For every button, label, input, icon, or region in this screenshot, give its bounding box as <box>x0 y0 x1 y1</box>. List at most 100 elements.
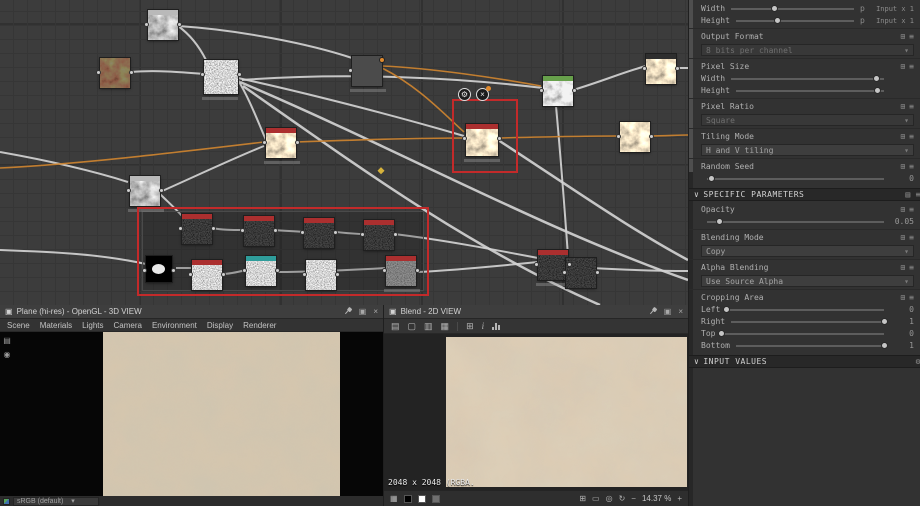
size-link-label[interactable]: Input x 1 <box>868 5 914 13</box>
expose-icon[interactable]: ⊞ <box>900 233 905 242</box>
zoom-out-button[interactable]: − <box>631 494 636 503</box>
random-seed-slider[interactable] <box>707 174 884 183</box>
graph-node-result[interactable] <box>616 121 654 153</box>
tiling-preview-icon[interactable]: ⊞ <box>466 321 474 332</box>
viewport-3d[interactable]: ▤ ◉ <box>0 332 383 496</box>
copy-image-icon[interactable]: ▢ <box>408 321 417 332</box>
center-view-icon[interactable]: ◎ <box>606 494 613 503</box>
graph-node-grunge-5[interactable] <box>534 249 572 286</box>
pixel-width-slider[interactable] <box>731 74 884 83</box>
pin-icon[interactable] <box>647 305 659 317</box>
expose-icon[interactable]: ⊞ <box>900 263 905 272</box>
pixel-ratio-select[interactable]: Square ▾ <box>701 114 914 126</box>
graph-node-output[interactable] <box>539 75 577 107</box>
view-3d-pin-icon[interactable]: ⚙ <box>458 88 471 101</box>
channels-icon[interactable]: ▦ <box>441 321 450 332</box>
preset-icon[interactable]: ▤ <box>905 190 910 199</box>
expose-icon[interactable]: ⊞ <box>900 205 905 214</box>
pin-icon[interactable] <box>342 305 354 317</box>
expose-icon[interactable]: ⊞ <box>900 132 905 141</box>
size-link-label[interactable]: Input x 1 <box>868 17 914 25</box>
node-graph-canvas[interactable]: ⚙ × <box>0 0 688 305</box>
graph-node-beige[interactable] <box>642 53 680 85</box>
fit-view-icon[interactable]: ⊞ <box>579 494 586 503</box>
display-mode-icon[interactable]: ▤ <box>3 336 11 345</box>
param-menu-icon[interactable]: ≡ <box>909 32 914 41</box>
save-image-icon[interactable]: ▤ <box>391 321 400 332</box>
blending-mode-select[interactable]: Copy ▾ <box>701 245 914 257</box>
crop-left-slider[interactable] <box>723 305 884 314</box>
graph-node-grunge-3[interactable] <box>300 217 338 249</box>
tiling-mode-select[interactable]: H and V tiling ▾ <box>701 144 914 156</box>
zoom-in-button[interactable]: + <box>677 494 682 503</box>
section-specific-parameters[interactable]: ∨ SPECIFIC PARAMETERS ▤ ≡ <box>689 188 920 201</box>
histogram-icon[interactable] <box>492 322 501 330</box>
param-menu-icon[interactable]: ≡ <box>909 293 914 302</box>
graph-node-marble[interactable] <box>96 57 134 89</box>
gear-icon[interactable]: ⚙ <box>916 357 920 366</box>
checker-background-icon[interactable]: ▦ <box>390 494 398 503</box>
alpha-blending-select[interactable]: Use Source Alpha ▾ <box>701 275 914 287</box>
output-connector-dot[interactable] <box>379 57 385 63</box>
close-icon[interactable]: × <box>678 307 683 316</box>
graph-node-noise-light-1[interactable] <box>188 259 226 291</box>
menu-lights[interactable]: Lights <box>82 321 103 330</box>
export-image-icon[interactable]: ▥ <box>424 321 433 332</box>
menu-camera[interactable]: Camera <box>114 321 142 330</box>
crop-right-slider[interactable] <box>731 317 888 326</box>
colorspace-select[interactable]: sRGB (default) ▾ <box>13 496 99 506</box>
output-format-select[interactable]: 8 bits per channel ▾ <box>701 44 914 56</box>
crop-bottom-slider[interactable] <box>735 341 888 350</box>
param-menu-icon[interactable]: ≡ <box>909 205 914 214</box>
view-2d-pin-icon[interactable]: × <box>476 86 491 101</box>
param-menu-icon[interactable]: ≡ <box>909 233 914 242</box>
menu-renderer[interactable]: Renderer <box>243 321 276 330</box>
graph-node-blend-left[interactable] <box>262 127 300 164</box>
actual-size-icon[interactable]: ▭ <box>592 494 600 503</box>
opacity-slider[interactable] <box>707 217 884 226</box>
graph-node-noise[interactable] <box>200 59 242 100</box>
param-menu-icon[interactable]: ≡ <box>909 132 914 141</box>
section-menu-icon[interactable]: ≡ <box>916 190 920 199</box>
menu-materials[interactable]: Materials <box>40 321 72 330</box>
graph-node-shape-mask[interactable] <box>142 255 176 283</box>
expose-icon[interactable]: ⊞ <box>900 102 905 111</box>
param-menu-icon[interactable]: ≡ <box>909 263 914 272</box>
graph-node-grunge-4[interactable] <box>360 219 398 251</box>
graph-node-noise-light-3[interactable] <box>302 259 340 291</box>
height-slider[interactable] <box>735 16 854 25</box>
camera-icon[interactable]: ◉ <box>4 350 11 359</box>
graph-node-clouds[interactable] <box>144 9 182 41</box>
gray-background-swatch[interactable] <box>431 494 440 503</box>
white-background-swatch[interactable] <box>417 494 426 503</box>
close-icon[interactable]: × <box>373 307 378 316</box>
maximize-icon[interactable]: ▣ <box>664 307 672 316</box>
canvas-2d[interactable]: 2048 x 2048 (RGBA. <box>384 334 688 490</box>
expose-icon[interactable]: ⊞ <box>900 162 905 171</box>
param-menu-icon[interactable]: ≡ <box>909 162 914 171</box>
info-icon[interactable]: i <box>482 321 485 331</box>
param-menu-icon[interactable]: ≡ <box>909 102 914 111</box>
expose-icon[interactable]: ⊞ <box>900 293 905 302</box>
graph-node-grunge-1[interactable] <box>178 213 216 245</box>
pixel-height-slider[interactable] <box>735 86 884 95</box>
menu-environment[interactable]: Environment <box>152 321 197 330</box>
view-3d-titlebar[interactable]: ▣ Plane (hi-res) - OpenGL - 3D VIEW ▣ × <box>0 305 383 319</box>
crop-top-slider[interactable] <box>718 329 884 338</box>
param-menu-icon[interactable]: ≡ <box>909 62 914 71</box>
panel-scrollbar[interactable] <box>689 0 693 506</box>
maximize-icon[interactable]: ▣ <box>359 307 367 316</box>
view-2d-titlebar[interactable]: ▣ Blend - 2D VIEW ▣ × <box>384 305 688 319</box>
menu-display[interactable]: Display <box>207 321 233 330</box>
black-background-swatch[interactable] <box>403 494 412 503</box>
graph-node-grunge-2[interactable] <box>240 215 278 247</box>
reset-rotation-icon[interactable]: ↻ <box>619 494 626 503</box>
graph-node-noise-mid[interactable] <box>382 255 420 292</box>
expose-icon[interactable]: ⊞ <box>900 32 905 41</box>
graph-node-blend-selected[interactable] <box>462 123 502 162</box>
graph-node-uniform-color[interactable] <box>348 55 386 92</box>
menu-scene[interactable]: Scene <box>7 321 30 330</box>
width-slider[interactable] <box>731 4 854 13</box>
graph-node-noise-light-2[interactable] <box>242 255 280 287</box>
graph-node-clouds-2[interactable] <box>126 175 164 212</box>
